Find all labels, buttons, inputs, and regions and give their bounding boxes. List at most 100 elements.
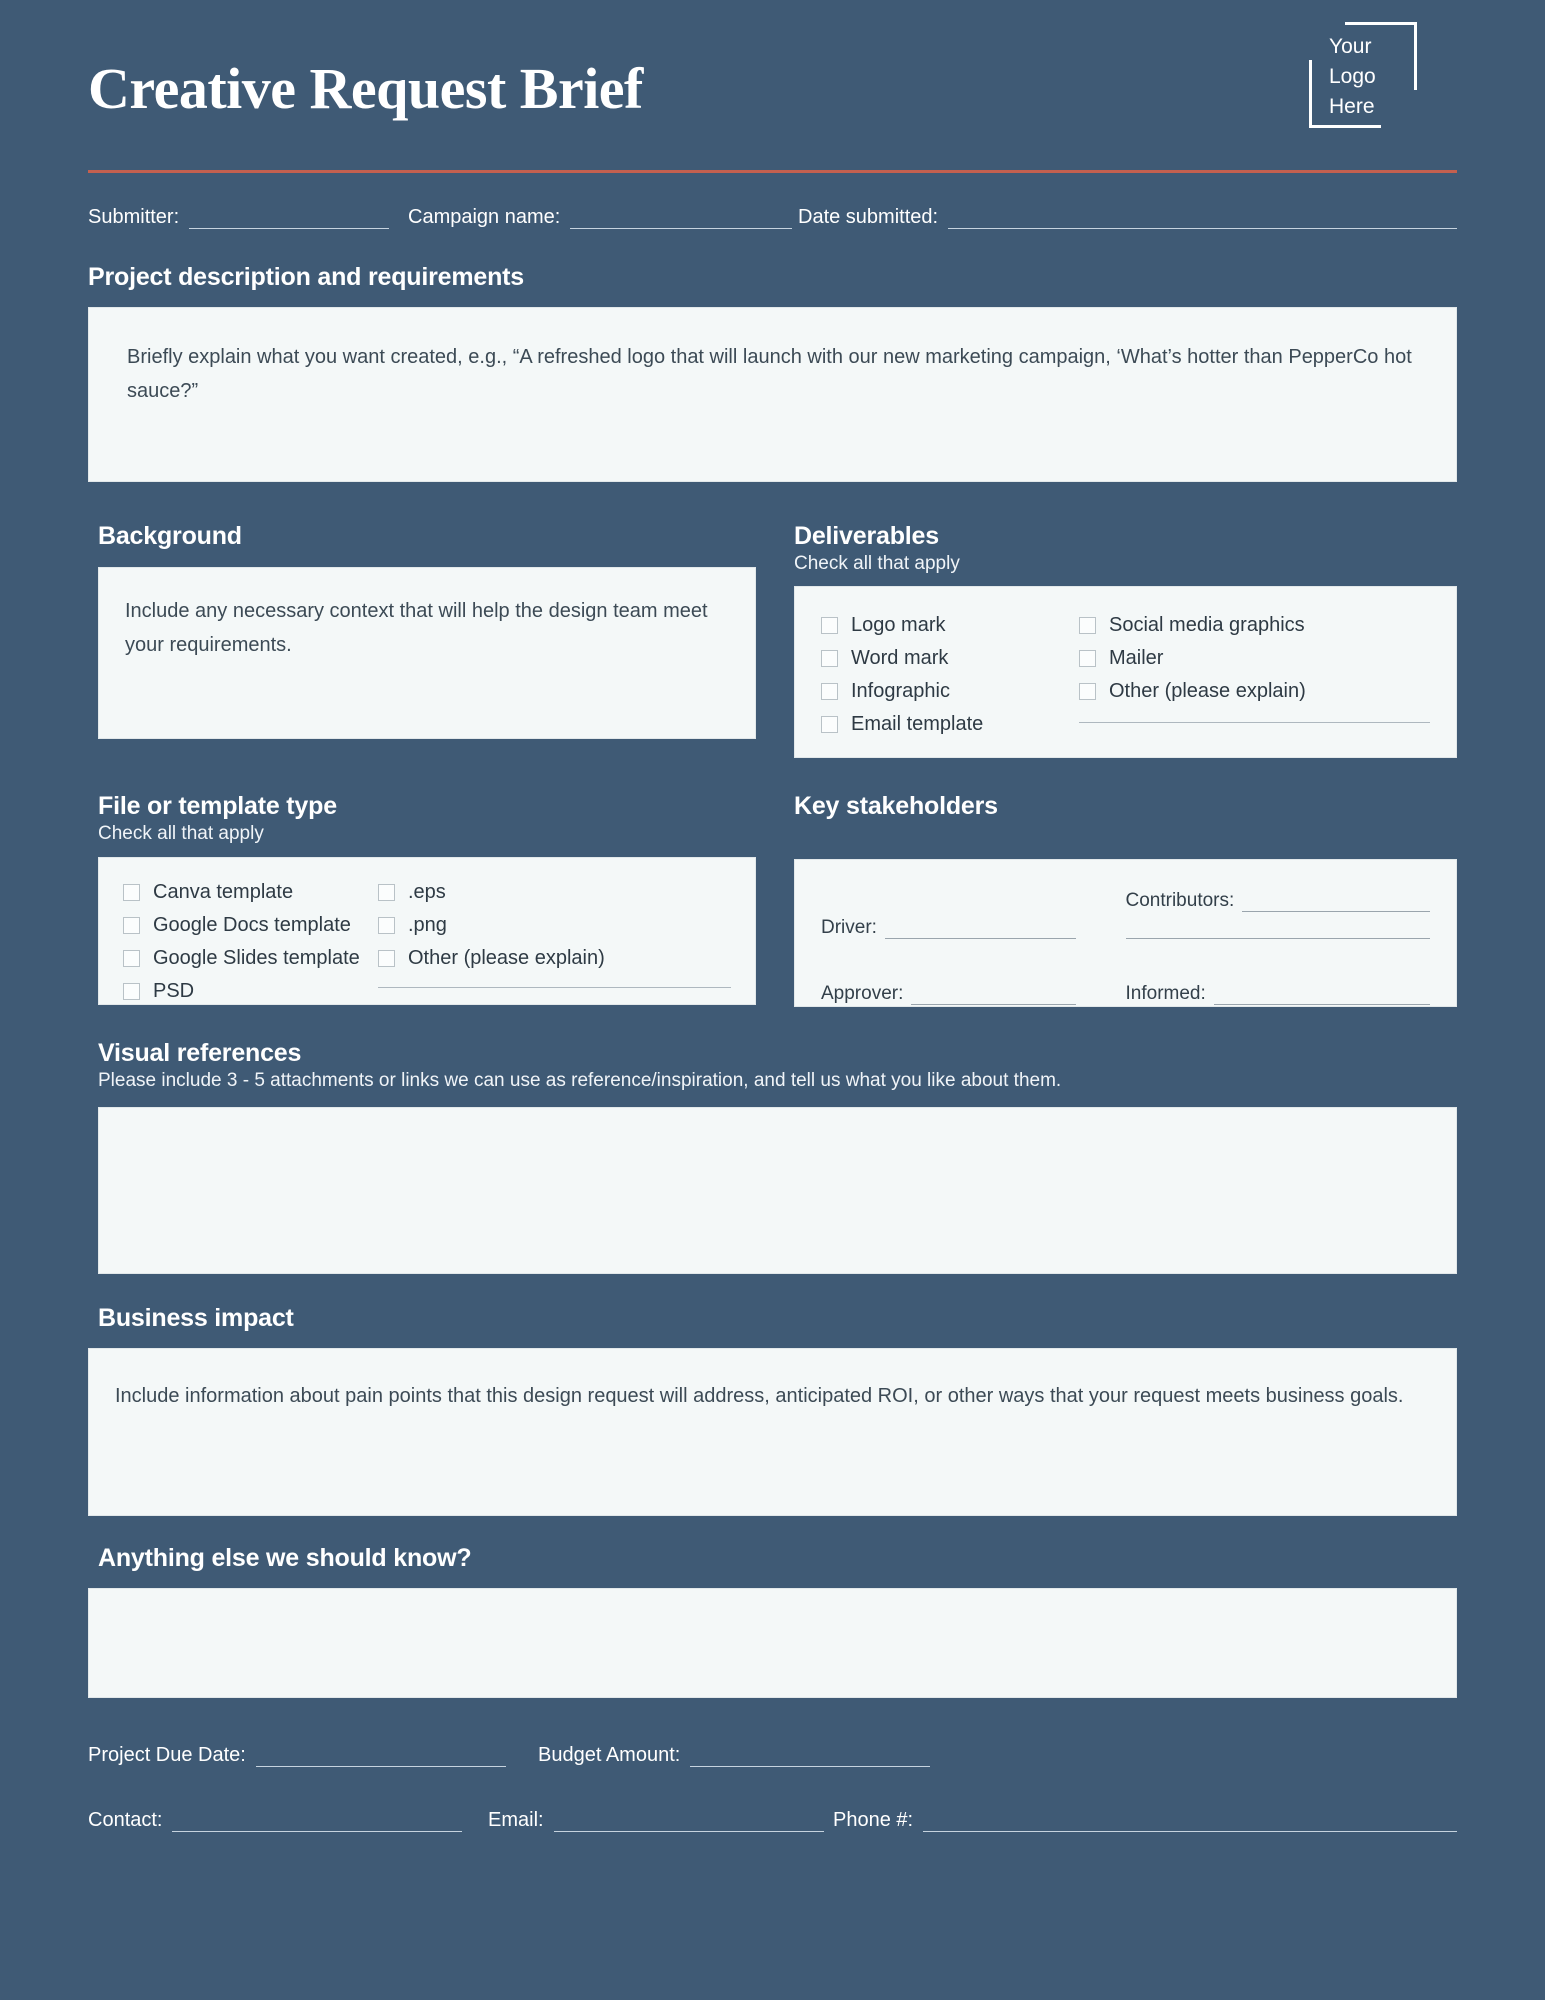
checkbox-icon[interactable] <box>378 950 395 967</box>
checkbox-label: Logo mark <box>851 614 946 636</box>
key-stakeholders-card: Driver: Contributors: Approver: Informed… <box>794 859 1457 1007</box>
date-submitted-label: Date submitted: <box>798 206 939 228</box>
key-stakeholders-heading: Key stakeholders <box>794 792 998 820</box>
project-due-date-input-line[interactable] <box>255 1766 506 1767</box>
date-submitted-input-line[interactable] <box>948 228 1457 229</box>
checkbox-item-other[interactable]: Other (please explain) <box>378 942 731 975</box>
anything-else-heading: Anything else we should know? <box>98 1544 472 1572</box>
stakeholder-driver-field[interactable]: Driver: <box>821 890 1126 939</box>
project-description-input[interactable]: Briefly explain what you want created, e… <box>88 307 1457 482</box>
checkbox-label: Mailer <box>1109 647 1164 669</box>
stakeholders-grid: Driver: Contributors: Approver: Informed… <box>821 890 1430 1005</box>
business-impact-placeholder: Include information about pain points th… <box>115 1385 1404 1407</box>
checkbox-label: .eps <box>408 881 446 903</box>
checkbox-item-logo-mark[interactable]: Logo mark <box>821 609 1079 642</box>
checkbox-icon[interactable] <box>1079 683 1096 700</box>
checkbox-icon[interactable] <box>821 617 838 634</box>
checkbox-item-mailer[interactable]: Mailer <box>1079 642 1430 675</box>
checkbox-item-psd[interactable]: PSD <box>123 975 378 1008</box>
checkbox-icon[interactable] <box>123 917 140 934</box>
campaign-name-field[interactable]: Campaign name: <box>408 206 798 229</box>
document-header: Creative Request Brief Your Logo Here <box>88 0 1457 166</box>
checkbox-item-eps[interactable]: .eps <box>378 876 731 909</box>
budget-amount-field[interactable]: Budget Amount: <box>538 1744 988 1767</box>
budget-amount-label: Budget Amount: <box>538 1744 681 1766</box>
deliverables-other-input-line[interactable] <box>1079 722 1430 723</box>
checkbox-label: .png <box>408 914 447 936</box>
approver-label: Approver: <box>821 983 904 1004</box>
informed-input-line[interactable] <box>1213 1004 1430 1005</box>
checkbox-item-google-docs-template[interactable]: Google Docs template <box>123 909 378 942</box>
checkbox-item-canva-template[interactable]: Canva template <box>123 876 378 909</box>
date-submitted-field[interactable]: Date submitted: <box>798 206 1457 229</box>
project-due-date-field[interactable]: Project Due Date: <box>88 1744 538 1767</box>
checkbox-label: Word mark <box>851 647 949 669</box>
anything-else-input[interactable] <box>88 1588 1457 1698</box>
visual-references-section: Visual references Please include 3 - 5 a… <box>88 1039 1457 1274</box>
logo-line-2: Logo <box>1329 64 1376 88</box>
checkbox-icon[interactable] <box>123 983 140 1000</box>
header-accent-divider <box>88 170 1457 173</box>
contact-input-line[interactable] <box>172 1831 463 1832</box>
visual-references-input[interactable] <box>98 1107 1457 1274</box>
email-field[interactable]: Email: <box>488 1809 833 1832</box>
background-placeholder: Include any necessary context that will … <box>125 600 708 657</box>
file-type-heading: File or template type <box>98 792 337 820</box>
deliverables-card: Logo mark Word mark Infographic Email te… <box>794 586 1457 758</box>
file-type-subheading: Check all that apply <box>98 823 264 844</box>
checkbox-label: Email template <box>851 713 984 735</box>
campaign-name-input-line[interactable] <box>570 228 793 229</box>
checkbox-item-google-slides-template[interactable]: Google Slides template <box>123 942 378 975</box>
checkbox-icon[interactable] <box>378 884 395 901</box>
background-section: Background Include any necessary context… <box>88 522 756 758</box>
checkbox-icon[interactable] <box>1079 650 1096 667</box>
checkbox-icon[interactable] <box>821 650 838 667</box>
file-type-checkbox-grid: Canva template Google Docs template Goog… <box>123 876 731 1008</box>
email-input-line[interactable] <box>553 1831 824 1832</box>
submitter-input-line[interactable] <box>189 228 390 229</box>
anything-else-section: Anything else we should know? <box>88 1544 1457 1698</box>
stakeholder-approver-field[interactable]: Approver: <box>821 983 1126 1005</box>
file-type-column-1: Canva template Google Docs template Goog… <box>123 876 378 1008</box>
checkbox-item-png[interactable]: .png <box>378 909 731 942</box>
file-type-card: Canva template Google Docs template Goog… <box>98 857 756 1005</box>
checkbox-item-email-template[interactable]: Email template <box>821 708 1079 741</box>
approver-input-line[interactable] <box>911 1004 1076 1005</box>
file-type-other-input-line[interactable] <box>378 987 731 988</box>
background-input[interactable]: Include any necessary context that will … <box>98 567 756 739</box>
checkbox-icon[interactable] <box>123 950 140 967</box>
contact-field[interactable]: Contact: <box>88 1809 488 1832</box>
document-page: Creative Request Brief Your Logo Here Su… <box>0 0 1545 2000</box>
budget-amount-input-line[interactable] <box>690 1766 931 1767</box>
checkbox-icon[interactable] <box>821 683 838 700</box>
deliverables-heading: Deliverables <box>794 522 939 550</box>
phone-field[interactable]: Phone #: <box>833 1809 1457 1832</box>
business-impact-heading: Business impact <box>98 1304 294 1332</box>
checkbox-item-other[interactable]: Other (please explain) <box>1079 675 1430 708</box>
checkbox-item-word-mark[interactable]: Word mark <box>821 642 1079 675</box>
checkbox-item-social-media-graphics[interactable]: Social media graphics <box>1079 609 1430 642</box>
checkbox-icon[interactable] <box>1079 617 1096 634</box>
submitter-field[interactable]: Submitter: <box>88 206 408 229</box>
checkbox-icon[interactable] <box>821 716 838 733</box>
stakeholder-contributors-field[interactable]: Contributors: <box>1125 890 1430 939</box>
checkbox-label: Google Docs template <box>153 914 351 936</box>
business-impact-input[interactable]: Include information about pain points th… <box>88 1348 1457 1516</box>
checkbox-icon[interactable] <box>123 884 140 901</box>
file-type-column-2: .eps .png Other (please explain) <box>378 876 731 1008</box>
checkbox-icon[interactable] <box>378 917 395 934</box>
submitter-label: Submitter: <box>88 206 180 228</box>
contributors-input-line-2[interactable] <box>1125 938 1430 939</box>
campaign-name-label: Campaign name: <box>408 206 561 228</box>
stakeholder-informed-field[interactable]: Informed: <box>1125 983 1430 1005</box>
driver-input-line[interactable] <box>884 938 1076 939</box>
deliverables-section: Deliverables Check all that apply Logo m… <box>794 522 1457 758</box>
informed-label: Informed: <box>1125 983 1206 1004</box>
checkbox-item-infographic[interactable]: Infographic <box>821 675 1079 708</box>
filetype-stakeholders-row: File or template type Check all that app… <box>88 792 1457 1007</box>
deliverables-checkbox-grid: Logo mark Word mark Infographic Email te… <box>821 609 1430 741</box>
contributors-input-line[interactable] <box>1242 911 1430 912</box>
phone-input-line[interactable] <box>923 1831 1457 1832</box>
business-impact-section: Business impact Include information abou… <box>88 1304 1457 1516</box>
driver-label: Driver: <box>821 917 877 938</box>
